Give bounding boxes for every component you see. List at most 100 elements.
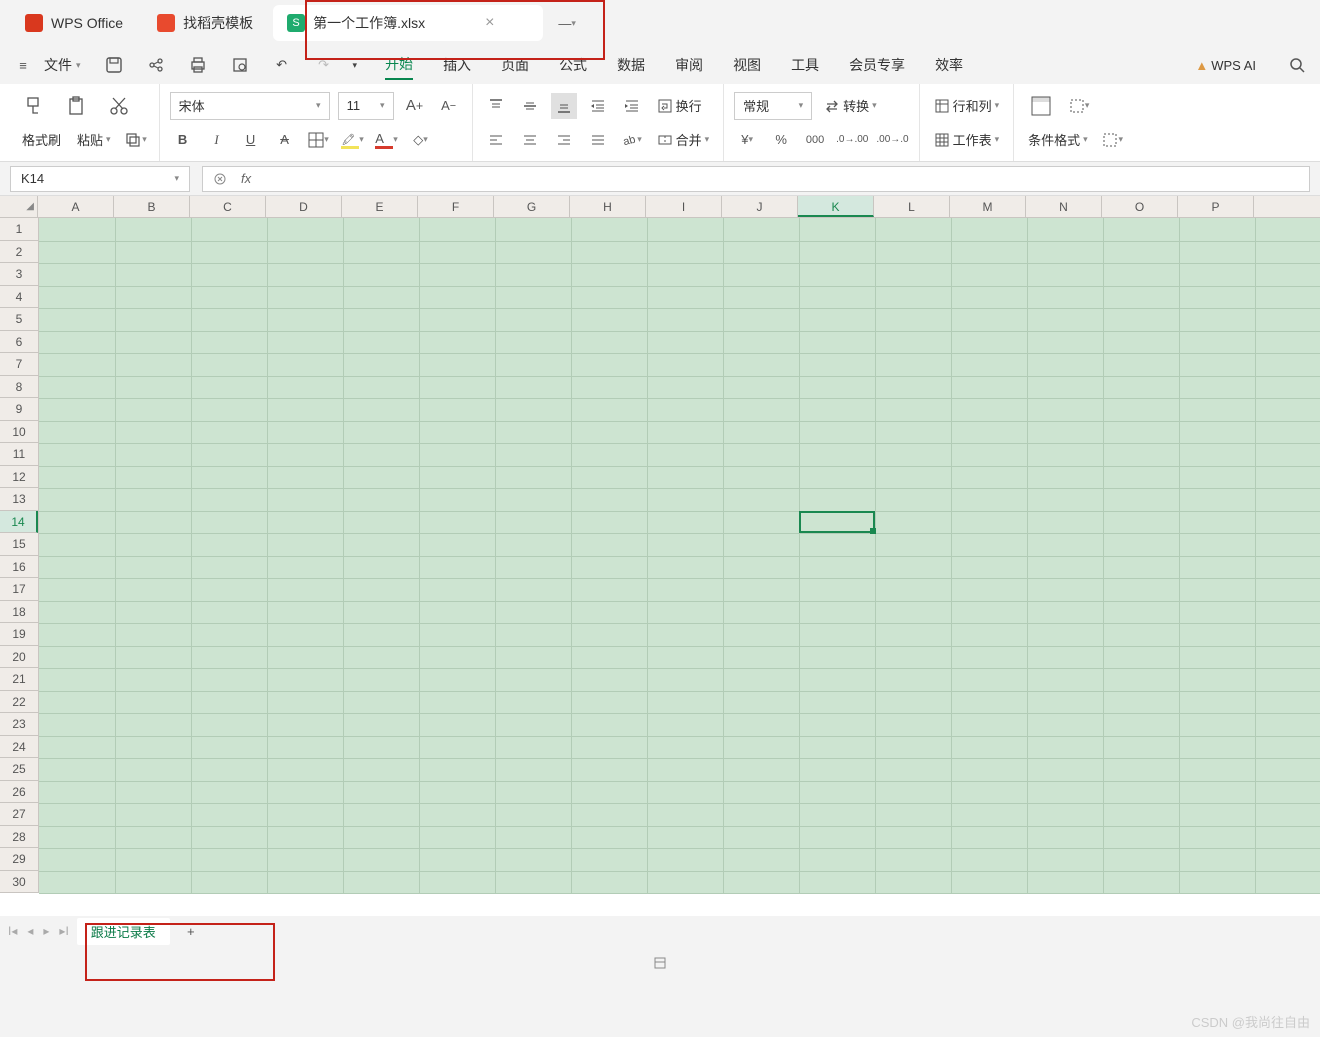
add-sheet-button[interactable]: + — [178, 918, 204, 944]
row-col-button[interactable]: 行和列▾ — [930, 96, 1004, 115]
sheet-last-icon[interactable]: ▸I — [59, 924, 68, 938]
fill-color-button[interactable]: 🖍▾ — [340, 127, 366, 153]
font-color-button[interactable]: A▾ — [374, 127, 400, 153]
row-header-27[interactable]: 27 — [0, 803, 38, 826]
share-icon[interactable] — [143, 52, 169, 78]
fill-handle-icon[interactable] — [870, 528, 876, 534]
col-header-G[interactable]: G — [494, 196, 570, 217]
paste-button[interactable] — [60, 95, 94, 117]
sheet-next-icon[interactable]: ▸ — [43, 924, 49, 938]
select-all-corner[interactable]: ◢ — [0, 196, 38, 217]
row-header-10[interactable]: 10 — [0, 421, 38, 444]
col-header-H[interactable]: H — [570, 196, 646, 217]
increase-font-icon[interactable]: A+ — [402, 93, 428, 119]
expand-icon[interactable]: ▾ — [1066, 93, 1092, 119]
col-header-I[interactable]: I — [646, 196, 722, 217]
row-header-17[interactable]: 17 — [0, 578, 38, 601]
format-painter-label[interactable]: 格式刷 — [18, 130, 65, 149]
worksheet-button[interactable]: 工作表▾ — [930, 130, 1004, 149]
align-center-icon[interactable] — [517, 127, 543, 153]
col-header-K[interactable]: K — [798, 196, 874, 217]
name-box[interactable]: K14 ▾ — [10, 166, 190, 192]
row-header-15[interactable]: 15 — [0, 533, 38, 556]
tab-formula[interactable]: 公式 — [559, 51, 587, 79]
strike-button[interactable]: A — [272, 127, 298, 153]
tab-review[interactable]: 审阅 — [675, 51, 703, 79]
tab-member[interactable]: 会员专享 — [849, 51, 905, 79]
underline-button[interactable]: U — [238, 127, 264, 153]
hamburger-icon[interactable]: ≡ — [10, 52, 36, 78]
row-header-14[interactable]: 14 — [0, 511, 38, 534]
app-badge[interactable]: WPS Office — [11, 5, 137, 41]
col-header-O[interactable]: O — [1102, 196, 1178, 217]
align-middle-icon[interactable] — [517, 93, 543, 119]
row-header-29[interactable]: 29 — [0, 848, 38, 871]
font-size-select[interactable]: 11▾ — [338, 92, 394, 120]
redo-icon[interactable]: ↷ — [311, 52, 337, 78]
col-header-F[interactable]: F — [418, 196, 494, 217]
wps-ai-button[interactable]: ▲WPS AI — [1191, 58, 1260, 73]
row-header-22[interactable]: 22 — [0, 691, 38, 714]
row-header-12[interactable]: 12 — [0, 466, 38, 489]
clear-format-button[interactable]: ◇▾ — [408, 127, 434, 153]
row-header-19[interactable]: 19 — [0, 623, 38, 646]
row-header-2[interactable]: 2 — [0, 241, 38, 264]
tab-more-dropdown[interactable]: — ▾ — [554, 10, 580, 36]
tab-workbook[interactable]: S 第一个工作簿.xlsx × — [273, 5, 543, 41]
cut-button[interactable] — [102, 95, 136, 117]
file-menu[interactable]: 文件 ▾ — [36, 51, 89, 79]
align-right-icon[interactable] — [551, 127, 577, 153]
row-header-7[interactable]: 7 — [0, 353, 38, 376]
row-header-8[interactable]: 8 — [0, 376, 38, 399]
border-button[interactable]: ▾ — [306, 127, 332, 153]
cancel-icon[interactable] — [213, 172, 227, 186]
wrap-button[interactable]: 换行 — [653, 96, 706, 115]
row-header-4[interactable]: 4 — [0, 286, 38, 309]
row-header-16[interactable]: 16 — [0, 556, 38, 579]
row-header-3[interactable]: 3 — [0, 263, 38, 286]
spreadsheet-grid[interactable]: ◢ ABCDEFGHIJKLMNOP 123456789101112131415… — [0, 196, 1320, 916]
row-header-20[interactable]: 20 — [0, 646, 38, 669]
paste-label[interactable]: 粘贴▾ — [73, 130, 115, 149]
bold-button[interactable]: B — [170, 127, 196, 153]
col-header-J[interactable]: J — [722, 196, 798, 217]
sheet-tab-active[interactable]: 跟进记录表 — [77, 918, 170, 945]
row-header-11[interactable]: 11 — [0, 443, 38, 466]
tab-home[interactable]: 开始 — [385, 50, 413, 80]
row-header-13[interactable]: 13 — [0, 488, 38, 511]
row-header-28[interactable]: 28 — [0, 826, 38, 849]
col-header-M[interactable]: M — [950, 196, 1026, 217]
tab-view[interactable]: 视图 — [733, 51, 761, 79]
chevron-down-icon[interactable]: ▾ — [174, 173, 179, 184]
row-header-9[interactable]: 9 — [0, 398, 38, 421]
increase-decimal-icon[interactable]: .0→.00 — [836, 127, 868, 153]
col-header-A[interactable]: A — [38, 196, 114, 217]
formula-bar[interactable]: fx — [202, 166, 1310, 192]
thousands-icon[interactable]: 000 — [802, 127, 828, 153]
merge-button[interactable]: 合并▾ — [653, 130, 714, 149]
col-header-N[interactable]: N — [1026, 196, 1102, 217]
tab-templates[interactable]: 找稻壳模板 — [143, 5, 267, 41]
table-style-icon[interactable] — [1024, 95, 1058, 117]
decrease-font-icon[interactable]: A− — [436, 93, 462, 119]
indent-increase-icon[interactable] — [619, 93, 645, 119]
align-top-icon[interactable] — [483, 93, 509, 119]
row-header-6[interactable]: 6 — [0, 331, 38, 354]
col-header-D[interactable]: D — [266, 196, 342, 217]
align-bottom-icon[interactable] — [551, 93, 577, 119]
col-header-L[interactable]: L — [874, 196, 950, 217]
fx-icon[interactable]: fx — [241, 171, 251, 186]
qat-more-icon[interactable]: ▾ — [353, 60, 358, 71]
tab-insert[interactable]: 插入 — [443, 51, 471, 79]
copy-button[interactable]: ▾ — [123, 127, 149, 153]
tab-tools[interactable]: 工具 — [791, 51, 819, 79]
sheet-prev-icon[interactable]: ◂ — [27, 924, 33, 938]
sheet-first-icon[interactable]: I◂ — [8, 924, 17, 938]
close-icon[interactable]: × — [485, 14, 494, 32]
print-preview-icon[interactable] — [227, 52, 253, 78]
italic-button[interactable]: I — [204, 127, 230, 153]
format-painter-button[interactable] — [18, 95, 52, 117]
decrease-decimal-icon[interactable]: .00→.0 — [876, 127, 908, 153]
tab-efficiency[interactable]: 效率 — [935, 51, 963, 79]
row-header-26[interactable]: 26 — [0, 781, 38, 804]
